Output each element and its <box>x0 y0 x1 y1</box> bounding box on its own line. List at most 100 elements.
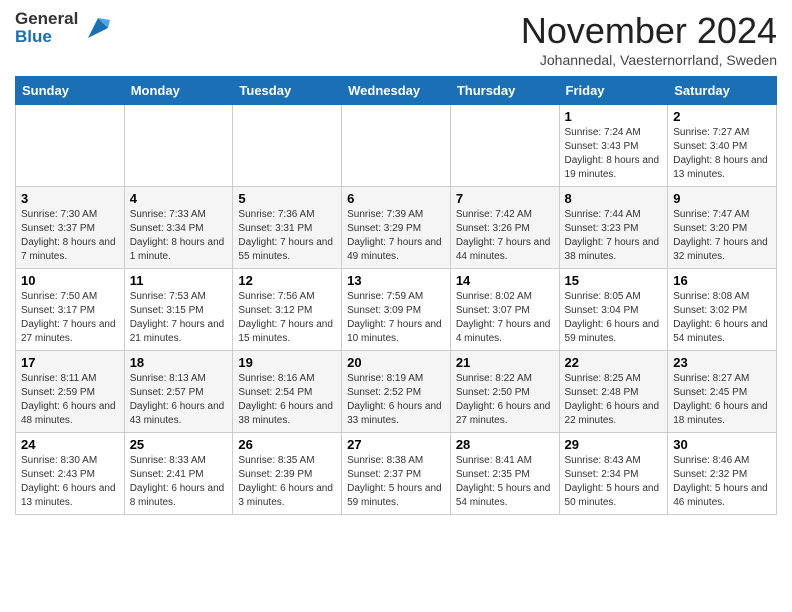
calendar-header: SundayMondayTuesdayWednesdayThursdayFrid… <box>16 77 777 105</box>
day-number: 10 <box>21 273 119 288</box>
day-number: 18 <box>130 355 228 370</box>
day-info: Sunrise: 7:59 AM Sunset: 3:09 PM Dayligh… <box>347 290 445 346</box>
calendar-cell: 10 Sunrise: 7:50 AM Sunset: 3:17 PM Dayli… <box>16 269 125 351</box>
day-info: Sunrise: 8:02 AM Sunset: 3:07 PM Dayligh… <box>456 290 554 346</box>
day-info: Sunrise: 7:36 AM Sunset: 3:31 PM Dayligh… <box>238 208 336 264</box>
day-info: Sunrise: 7:24 AM Sunset: 3:43 PM Dayligh… <box>565 126 663 182</box>
day-info: Sunrise: 8:13 AM Sunset: 2:57 PM Dayligh… <box>130 372 228 428</box>
calendar-cell: 1Sunrise: 7:24 AM Sunset: 3:43 PM Daylig… <box>559 105 668 187</box>
weekday-tuesday: Tuesday <box>233 77 342 105</box>
calendar-cell: 29 Sunrise: 8:43 AM Sunset: 2:34 PM Dayli… <box>559 433 668 515</box>
day-info: Sunrise: 8:35 AM Sunset: 2:39 PM Dayligh… <box>238 454 336 510</box>
day-info: Sunrise: 8:16 AM Sunset: 2:54 PM Dayligh… <box>238 372 336 428</box>
day-number: 12 <box>238 273 336 288</box>
day-info: Sunrise: 8:41 AM Sunset: 2:35 PM Dayligh… <box>456 454 554 510</box>
day-number: 28 <box>456 437 554 452</box>
day-number: 22 <box>565 355 663 370</box>
weekday-row: SundayMondayTuesdayWednesdayThursdayFrid… <box>16 77 777 105</box>
day-info: Sunrise: 7:30 AM Sunset: 3:37 PM Dayligh… <box>21 208 119 264</box>
day-number: 27 <box>347 437 445 452</box>
calendar-cell: 23 Sunrise: 8:27 AM Sunset: 2:45 PM Dayli… <box>668 351 777 433</box>
day-info: Sunrise: 7:50 AM Sunset: 3:17 PM Dayligh… <box>21 290 119 346</box>
calendar-cell: 5 Sunrise: 7:36 AM Sunset: 3:31 PM Daylig… <box>233 187 342 269</box>
day-number: 17 <box>21 355 119 370</box>
calendar-cell: 18 Sunrise: 8:13 AM Sunset: 2:57 PM Dayli… <box>124 351 233 433</box>
calendar-cell: 14 Sunrise: 8:02 AM Sunset: 3:07 PM Dayli… <box>450 269 559 351</box>
day-number: 14 <box>456 273 554 288</box>
day-info: Sunrise: 8:30 AM Sunset: 2:43 PM Dayligh… <box>21 454 119 510</box>
day-number: 11 <box>130 273 228 288</box>
calendar-week-0: 1Sunrise: 7:24 AM Sunset: 3:43 PM Daylig… <box>16 105 777 187</box>
day-number: 2 <box>673 109 771 124</box>
title-block: November 2024 Johannedal, Vaesternorrlan… <box>521 10 777 68</box>
day-number: 29 <box>565 437 663 452</box>
day-number: 7 <box>456 191 554 206</box>
day-info: Sunrise: 7:56 AM Sunset: 3:12 PM Dayligh… <box>238 290 336 346</box>
calendar-cell <box>124 105 233 187</box>
calendar-cell: 26 Sunrise: 8:35 AM Sunset: 2:39 PM Dayli… <box>233 433 342 515</box>
day-number: 6 <box>347 191 445 206</box>
calendar-cell: 17 Sunrise: 8:11 AM Sunset: 2:59 PM Dayli… <box>16 351 125 433</box>
calendar-cell <box>450 105 559 187</box>
calendar-cell <box>342 105 451 187</box>
day-number: 3 <box>21 191 119 206</box>
day-info: Sunrise: 8:19 AM Sunset: 2:52 PM Dayligh… <box>347 372 445 428</box>
day-info: Sunrise: 8:46 AM Sunset: 2:32 PM Dayligh… <box>673 454 771 510</box>
calendar-cell: 27 Sunrise: 8:38 AM Sunset: 2:37 PM Dayli… <box>342 433 451 515</box>
weekday-monday: Monday <box>124 77 233 105</box>
weekday-friday: Friday <box>559 77 668 105</box>
day-number: 23 <box>673 355 771 370</box>
day-number: 8 <box>565 191 663 206</box>
day-number: 26 <box>238 437 336 452</box>
day-info: Sunrise: 7:33 AM Sunset: 3:34 PM Dayligh… <box>130 208 228 264</box>
calendar-cell: 30 Sunrise: 8:46 AM Sunset: 2:32 PM Dayli… <box>668 433 777 515</box>
weekday-thursday: Thursday <box>450 77 559 105</box>
header: General Blue November 2024 Johannedal, V… <box>15 10 777 68</box>
day-info: Sunrise: 7:42 AM Sunset: 3:26 PM Dayligh… <box>456 208 554 264</box>
day-number: 19 <box>238 355 336 370</box>
calendar-cell: 19 Sunrise: 8:16 AM Sunset: 2:54 PM Dayli… <box>233 351 342 433</box>
calendar-cell: 12 Sunrise: 7:56 AM Sunset: 3:12 PM Dayli… <box>233 269 342 351</box>
day-number: 4 <box>130 191 228 206</box>
calendar-cell: 20 Sunrise: 8:19 AM Sunset: 2:52 PM Dayli… <box>342 351 451 433</box>
day-info: Sunrise: 8:22 AM Sunset: 2:50 PM Dayligh… <box>456 372 554 428</box>
calendar-cell: 13 Sunrise: 7:59 AM Sunset: 3:09 PM Dayli… <box>342 269 451 351</box>
calendar-cell: 15Sunrise: 8:05 AM Sunset: 3:04 PM Dayli… <box>559 269 668 351</box>
day-number: 5 <box>238 191 336 206</box>
logo: General Blue <box>15 10 114 46</box>
calendar-cell: 8 Sunrise: 7:44 AM Sunset: 3:23 PM Daylig… <box>559 187 668 269</box>
day-number: 30 <box>673 437 771 452</box>
day-info: Sunrise: 8:43 AM Sunset: 2:34 PM Dayligh… <box>565 454 663 510</box>
calendar-cell: 6 Sunrise: 7:39 AM Sunset: 3:29 PM Daylig… <box>342 187 451 269</box>
day-info: Sunrise: 7:39 AM Sunset: 3:29 PM Dayligh… <box>347 208 445 264</box>
calendar-week-2: 10 Sunrise: 7:50 AM Sunset: 3:17 PM Dayli… <box>16 269 777 351</box>
calendar-cell: 3 Sunrise: 7:30 AM Sunset: 3:37 PM Daylig… <box>16 187 125 269</box>
weekday-sunday: Sunday <box>16 77 125 105</box>
logo-general-text: General <box>15 9 78 28</box>
calendar-cell: 4 Sunrise: 7:33 AM Sunset: 3:34 PM Daylig… <box>124 187 233 269</box>
calendar-week-4: 24 Sunrise: 8:30 AM Sunset: 2:43 PM Dayli… <box>16 433 777 515</box>
day-number: 25 <box>130 437 228 452</box>
calendar-cell: 11Sunrise: 7:53 AM Sunset: 3:15 PM Dayli… <box>124 269 233 351</box>
day-info: Sunrise: 8:27 AM Sunset: 2:45 PM Dayligh… <box>673 372 771 428</box>
logo-blue-text: Blue <box>15 27 52 46</box>
day-number: 24 <box>21 437 119 452</box>
calendar-cell <box>233 105 342 187</box>
day-number: 21 <box>456 355 554 370</box>
day-info: Sunrise: 7:47 AM Sunset: 3:20 PM Dayligh… <box>673 208 771 264</box>
calendar-week-1: 3 Sunrise: 7:30 AM Sunset: 3:37 PM Daylig… <box>16 187 777 269</box>
day-info: Sunrise: 8:38 AM Sunset: 2:37 PM Dayligh… <box>347 454 445 510</box>
day-number: 20 <box>347 355 445 370</box>
calendar-body: 1Sunrise: 7:24 AM Sunset: 3:43 PM Daylig… <box>16 105 777 515</box>
logo-icon <box>82 12 114 44</box>
day-info: Sunrise: 8:11 AM Sunset: 2:59 PM Dayligh… <box>21 372 119 428</box>
calendar-cell: 9Sunrise: 7:47 AM Sunset: 3:20 PM Daylig… <box>668 187 777 269</box>
calendar-table: SundayMondayTuesdayWednesdayThursdayFrid… <box>15 76 777 515</box>
day-number: 13 <box>347 273 445 288</box>
logo-text: General Blue <box>15 10 114 46</box>
day-info: Sunrise: 7:44 AM Sunset: 3:23 PM Dayligh… <box>565 208 663 264</box>
calendar-cell: 25Sunrise: 8:33 AM Sunset: 2:41 PM Dayli… <box>124 433 233 515</box>
page: General Blue November 2024 Johannedal, V… <box>0 0 792 525</box>
calendar-cell: 28 Sunrise: 8:41 AM Sunset: 2:35 PM Dayli… <box>450 433 559 515</box>
day-info: Sunrise: 8:25 AM Sunset: 2:48 PM Dayligh… <box>565 372 663 428</box>
